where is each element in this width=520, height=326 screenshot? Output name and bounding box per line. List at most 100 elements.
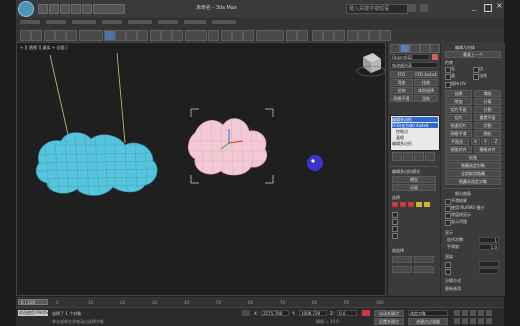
z-coordinate-field[interactable]: 0.0 <box>337 310 357 316</box>
hide-unselected-button[interactable]: 隐藏未选定对象 <box>445 178 501 185</box>
render-frame-icon[interactable] <box>369 30 380 41</box>
render-iterations-checkbox[interactable] <box>445 262 451 268</box>
select-object-icon[interactable] <box>104 30 115 41</box>
relax-button[interactable]: 松弛 <box>445 154 501 161</box>
play-icon[interactable] <box>470 310 476 316</box>
grid-align-button[interactable]: 栅格对齐 <box>474 146 501 153</box>
x-coordinate-field[interactable]: 2575.708 <box>261 310 289 316</box>
modifier-button[interactable]: 拉伸 <box>390 87 413 94</box>
maxscript-listener[interactable]: 欢迎使用 MAXScript <box>18 310 57 316</box>
link-icon[interactable] <box>44 30 55 41</box>
stack-item[interactable]: 晶格 <box>392 135 442 140</box>
tessellate-button[interactable]: 细化 <box>474 130 501 137</box>
pin-stack-icon[interactable] <box>392 152 402 161</box>
reset-plane-button[interactable]: 重置平面 <box>474 114 501 121</box>
workspace-dropdown[interactable] <box>93 4 125 14</box>
layer-manager-icon[interactable] <box>312 30 323 41</box>
time-slider[interactable]: 0 / 100 <box>18 299 48 305</box>
menu-item[interactable] <box>128 20 152 24</box>
modifier-stack[interactable]: 编辑多边形 FFD(长方体) 4x4x4 控制点 晶格 编辑多边形 <box>390 115 440 151</box>
view-align-button[interactable]: 视图对齐 <box>445 146 472 153</box>
detach-button[interactable]: 分离 <box>474 98 501 105</box>
stack-item[interactable]: 控制点 <box>392 129 442 134</box>
meshsmooth-button[interactable]: 网格平滑 <box>445 130 472 137</box>
soft-selection-header[interactable]: 软选择 <box>392 248 404 254</box>
save-file-icon[interactable] <box>60 4 70 14</box>
previous-frame-icon[interactable] <box>462 310 468 316</box>
maximize-icon[interactable] <box>484 4 492 12</box>
redo-icon[interactable] <box>82 4 92 14</box>
app-logo-icon[interactable] <box>18 1 34 17</box>
new-file-icon[interactable] <box>38 4 48 14</box>
pivot-center-icon[interactable] <box>208 30 219 41</box>
modify-tab-icon[interactable] <box>400 44 410 53</box>
stack-button[interactable] <box>414 256 434 263</box>
remove-modifier-icon[interactable] <box>425 152 435 161</box>
angle-snap-icon[interactable] <box>232 30 243 41</box>
modifier-button[interactable]: 扭曲 <box>414 79 438 86</box>
subdivision-header[interactable]: 细分曲面 <box>455 191 471 197</box>
option-checkbox[interactable] <box>392 226 398 232</box>
create-tab-icon[interactable] <box>390 44 400 53</box>
search-box[interactable]: 键入关键字或短语 <box>346 4 408 14</box>
iterations-spinner[interactable]: 1 <box>479 237 499 243</box>
key-filters-button[interactable]: 关键点过滤器 <box>408 318 448 325</box>
reference-coordinate-dropdown[interactable] <box>185 30 207 41</box>
selection-header[interactable]: 选择 <box>392 195 400 201</box>
modifier-button[interactable]: 体积选择 <box>414 87 438 94</box>
select-by-name-icon[interactable] <box>115 30 126 41</box>
option-checkbox[interactable] <box>392 212 398 218</box>
menu-item[interactable] <box>20 20 40 24</box>
percent-snap-icon[interactable] <box>243 30 254 41</box>
stack-item[interactable]: 编辑多边形 <box>392 141 438 146</box>
curve-editor-icon[interactable] <box>323 30 334 41</box>
show-end-result-icon[interactable] <box>403 152 413 161</box>
planar-x-button[interactable]: X <box>471 138 480 145</box>
undo-tool-icon[interactable] <box>20 30 31 41</box>
option-checkbox[interactable] <box>392 233 398 239</box>
key-selection-dropdown[interactable]: 选定对象 <box>408 310 448 316</box>
menu-item[interactable] <box>72 20 96 24</box>
stack-button[interactable] <box>392 266 412 273</box>
create-button[interactable]: 创建 <box>445 90 472 97</box>
make-planar-button[interactable]: 平面化 <box>445 138 469 145</box>
render-setup-icon[interactable] <box>358 30 369 41</box>
undo-icon[interactable] <box>71 4 81 14</box>
menu-item[interactable] <box>46 20 66 24</box>
window-crossing-icon[interactable] <box>137 30 148 41</box>
set-key-button[interactable]: 设置关键点 <box>374 318 404 325</box>
bind-space-warp-icon[interactable] <box>66 30 77 41</box>
align-icon[interactable] <box>297 30 308 41</box>
named-selection-sets-dropdown[interactable] <box>256 30 284 41</box>
perspective-viewport[interactable]: + ][ 透视 ][ 真实 + 边面 ] <box>16 42 387 296</box>
animate-button[interactable]: 动画 <box>392 184 436 191</box>
menu-item[interactable] <box>212 20 236 24</box>
rotate-icon[interactable] <box>161 30 172 41</box>
split-button[interactable]: 分割 <box>474 106 501 113</box>
move-icon[interactable] <box>150 30 161 41</box>
slice-button[interactable]: 切片 <box>445 114 472 121</box>
slice-plane-button[interactable]: 切片平面 <box>445 106 472 113</box>
menu-item[interactable] <box>184 20 206 24</box>
pan-icon[interactable] <box>462 318 468 324</box>
orbit-icon[interactable] <box>470 318 476 324</box>
vertex-icon[interactable] <box>392 202 398 207</box>
auto-key-button[interactable]: 自动关键点 <box>374 310 404 317</box>
menu-item[interactable] <box>158 20 178 24</box>
edit-poly-mode-header[interactable]: 编辑多边形模式 <box>392 169 420 175</box>
material-editor-icon[interactable] <box>347 30 358 41</box>
scale-icon[interactable] <box>172 30 183 41</box>
hierarchy-tab-icon[interactable] <box>410 44 420 53</box>
search-icon[interactable] <box>408 4 416 12</box>
modifier-button[interactable]: FFD 4x4x4 <box>414 71 438 78</box>
quickslice-button[interactable]: 快速切片 <box>445 122 472 129</box>
modifier-button[interactable]: 网格平滑 <box>390 95 413 102</box>
open-file-icon[interactable] <box>49 4 59 14</box>
element-icon[interactable] <box>424 202 430 207</box>
lock-selection-icon[interactable] <box>242 310 250 316</box>
polygon-icon[interactable] <box>416 202 422 207</box>
zoom-icon[interactable] <box>454 318 460 324</box>
smoothness-spinner[interactable]: 1.0 <box>479 244 499 250</box>
rectangle-selection-icon[interactable] <box>126 30 137 41</box>
object-color-swatch[interactable] <box>432 54 438 60</box>
